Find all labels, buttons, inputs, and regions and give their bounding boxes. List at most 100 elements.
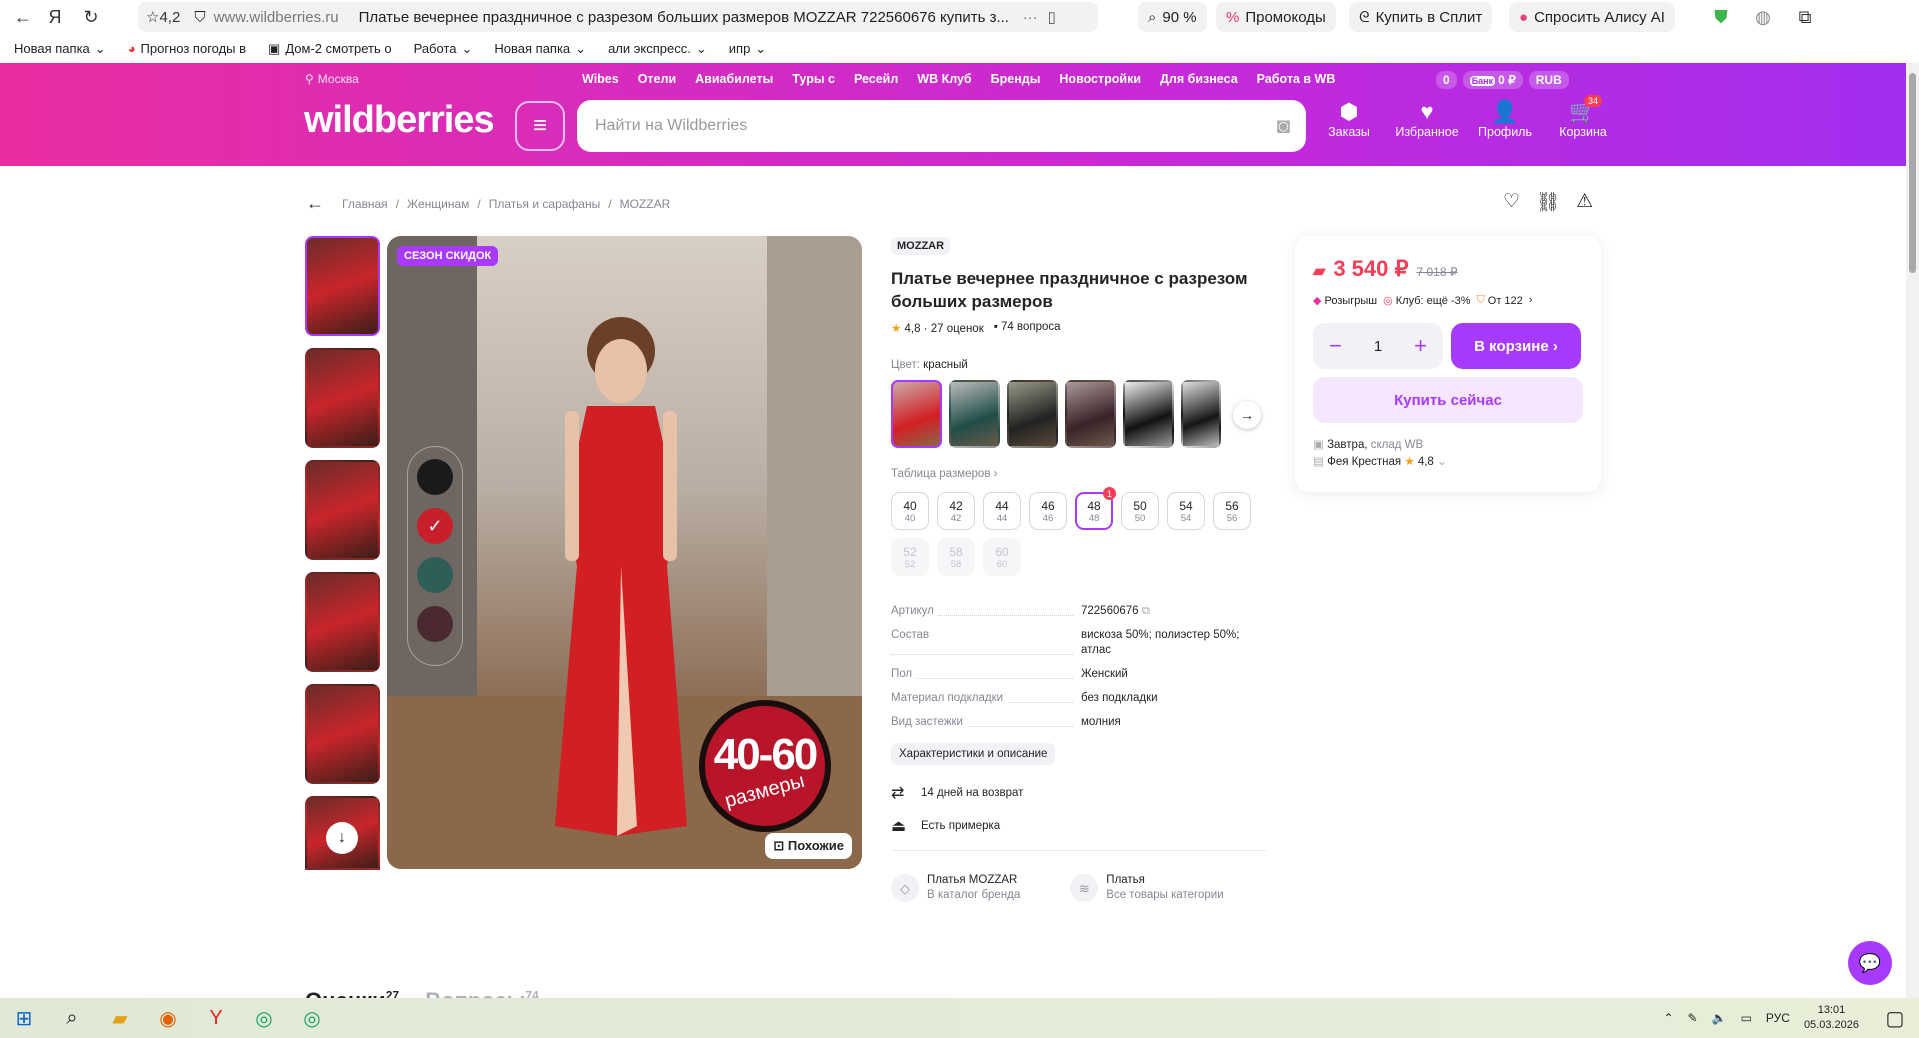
color-swatch[interactable] (1007, 380, 1058, 448)
category-link[interactable]: ≋ Платья Все товары категории (1070, 873, 1224, 903)
color-dot[interactable]: ✓ (417, 508, 453, 544)
arrow-right-icon[interactable]: → (1233, 401, 1261, 429)
notifications-icon[interactable]: ▢ (1871, 998, 1919, 1038)
brand-link[interactable]: MOZZAR (891, 237, 951, 255)
yandex-icon[interactable]: Я (40, 2, 70, 32)
nav-item[interactable]: Ресейл (854, 72, 898, 86)
brand-catalog-link[interactable]: ◇ Платья MOZZAR В каталог бренда (891, 873, 1020, 903)
chrome-icon[interactable]: ◎ (240, 998, 288, 1038)
thumbnail[interactable] (305, 236, 380, 336)
bookmark-item[interactable]: Новая папка ⌄ (14, 41, 106, 57)
bookmark-item[interactable]: али экспресс. ⌄ (608, 41, 707, 57)
pen-icon[interactable]: ✎ (1688, 1011, 1698, 1025)
size-option[interactable]: 54 54 (1167, 492, 1205, 530)
windows-start-icon[interactable]: ⊞ (0, 998, 48, 1038)
search-icon[interactable]: ⌕ (48, 998, 96, 1038)
report-icon[interactable]: ⚠ (1576, 190, 1593, 214)
minus-button[interactable]: − (1329, 333, 1342, 359)
size-option-selected[interactable]: 1 48 48 (1075, 487, 1116, 530)
characteristics-button[interactable]: Характеристики и описание (891, 743, 1056, 765)
size-option[interactable]: 56 56 (1213, 492, 1251, 530)
bank-balance[interactable]: Банк 0 ₽ (1462, 71, 1523, 89)
nav-item[interactable]: Авиабилеты (695, 72, 773, 86)
chevron-up-icon[interactable]: ⌃ (1663, 1011, 1673, 1025)
in-cart-button[interactable]: В корзине › (1451, 323, 1581, 369)
buy-now-button[interactable]: Купить сейчас (1313, 377, 1583, 423)
bookmark-item[interactable]: ипр ⌄ (729, 41, 766, 57)
globe-icon[interactable]: ◍ (1748, 2, 1778, 32)
nav-item[interactable]: Туры с (792, 72, 835, 86)
heart-outline-icon[interactable]: ♡ (1503, 190, 1520, 214)
color-dot[interactable] (417, 606, 453, 642)
reload-icon[interactable]: ↻ (76, 2, 106, 32)
arrow-down-icon[interactable]: ↓ (326, 822, 358, 854)
currency-selector[interactable]: RUB (1528, 71, 1569, 89)
rating-link[interactable]: ★ 4,8 · 27 оценок (891, 321, 984, 335)
breadcrumb-item[interactable]: Женщинам (407, 197, 469, 211)
color-dot[interactable] (417, 459, 453, 495)
page-scrollbar[interactable] (1906, 63, 1919, 998)
cart-button[interactable]: 🛒 34 Корзина (1552, 95, 1614, 139)
nav-item[interactable]: Новостройки (1059, 72, 1141, 86)
color-swatch[interactable] (891, 380, 942, 448)
bookmark-icon[interactable]: ▯ (1048, 8, 1056, 26)
thumbnail[interactable] (305, 348, 380, 448)
site-logo[interactable]: wildberries (304, 99, 495, 142)
similar-button[interactable]: ⊡ Похожие (765, 833, 852, 859)
profile-button[interactable]: 👤 Профиль (1474, 99, 1536, 139)
chrome-icon[interactable]: ◎ (288, 998, 336, 1038)
bookmark-item[interactable]: Работа ⌄ (414, 41, 473, 57)
breadcrumb-item[interactable]: MOZZAR (620, 197, 671, 211)
volume-icon[interactable]: 🔈 (1712, 1011, 1727, 1025)
color-swatch[interactable] (1065, 380, 1116, 448)
camera-icon[interactable]: ◙ (1277, 113, 1290, 139)
menu-button[interactable]: ≡ (515, 101, 565, 151)
chip-raffle[interactable]: ◆ Розыгрыш (1313, 294, 1377, 308)
link-icon[interactable]: ⛓ (1536, 190, 1560, 214)
chip-club[interactable]: ◎ Клуб: ещё -3% (1383, 294, 1470, 308)
bookmark-item[interactable]: Новая папка ⌄ (494, 41, 586, 57)
color-dot[interactable] (417, 557, 453, 593)
seller-link[interactable]: ▤ Фея Крестная ★ 4,8 ⌄ (1313, 454, 1583, 471)
plus-button[interactable]: + (1414, 333, 1427, 359)
zoom-pill[interactable]: ⌕ 90 % (1138, 2, 1207, 32)
yandex-browser-icon[interactable]: Y (192, 998, 240, 1038)
copy-icon[interactable]: ⧉ (1142, 605, 1150, 617)
thumbnail[interactable] (305, 572, 380, 672)
nav-item[interactable]: Wibes (582, 72, 619, 86)
thumbnail[interactable] (305, 460, 380, 560)
address-bar[interactable]: ☆ 4,2 ⛉ www.wildberries.ru Платье вечерн… (138, 2, 1098, 32)
size-option[interactable]: 40 40 (891, 492, 929, 530)
size-option[interactable]: 44 44 (983, 492, 1021, 530)
search-input[interactable]: Найти на Wildberries ◙ (577, 100, 1306, 152)
explorer-icon[interactable]: ▰ (96, 998, 144, 1038)
nav-item[interactable]: Для бизнеса (1160, 72, 1238, 86)
firefox-icon[interactable]: ◉ (144, 998, 192, 1038)
size-option[interactable]: 46 46 (1029, 492, 1067, 530)
nav-item[interactable]: Работа в WB (1257, 72, 1336, 86)
back-icon[interactable]: ← (8, 2, 38, 32)
color-swatch[interactable] (1123, 380, 1174, 448)
promo-pill[interactable]: % Промокоды (1216, 2, 1336, 32)
network-icon[interactable]: ▭ (1741, 1011, 1752, 1025)
alice-pill[interactable]: ● Спросить Алису AI (1509, 2, 1675, 32)
chevron-right-icon[interactable]: › (1529, 294, 1533, 307)
split-pill[interactable]: ᘓ Купить в Сплит (1349, 2, 1493, 32)
color-swatch[interactable] (1181, 380, 1221, 448)
size-table-link[interactable]: Таблица размеров › (891, 468, 1266, 480)
size-option[interactable]: 50 50 (1121, 492, 1159, 530)
breadcrumb-item[interactable]: Платья и сарафаны (489, 197, 600, 211)
main-product-image[interactable]: СЕЗОН СКИДОК ✓ 40-60 размеры ⊡ Похожие (387, 236, 862, 869)
nav-item[interactable]: Бренды (991, 72, 1041, 86)
chat-icon[interactable]: 💬 (1848, 941, 1892, 985)
bookmark-item[interactable]: ▣ Дом-2 смотреть о (268, 41, 392, 57)
nav-item[interactable]: WB Клуб (917, 72, 971, 86)
thumbnail[interactable] (305, 684, 380, 784)
balance-badge[interactable]: 0 (1436, 71, 1457, 89)
nav-item[interactable]: Отели (638, 72, 676, 86)
scrollbar-thumb[interactable] (1909, 73, 1916, 273)
favorites-button[interactable]: ♥ Избранное (1395, 99, 1458, 139)
chip-installment[interactable]: ⛉ От 122 (1477, 294, 1523, 307)
extensions-icon[interactable]: ⧉ (1790, 2, 1820, 32)
color-swatch[interactable] (949, 380, 1000, 448)
